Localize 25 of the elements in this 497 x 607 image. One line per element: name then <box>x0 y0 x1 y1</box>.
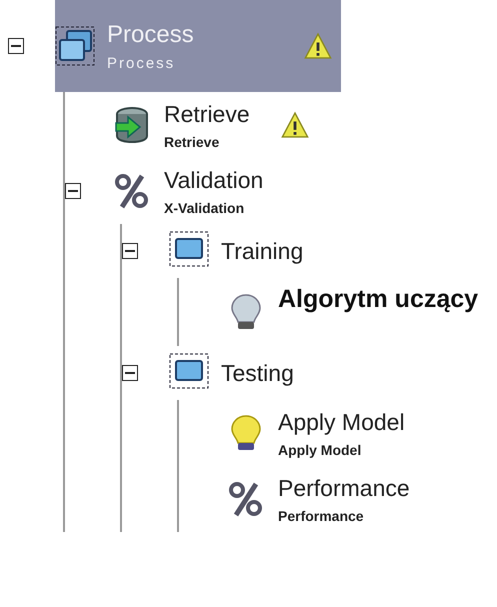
node-title: Performance <box>278 474 410 502</box>
node-title: Algorytm uczący <box>278 284 478 314</box>
tree-node[interactable]: Apply Model Apply Model <box>179 400 413 466</box>
tree-node[interactable]: Validation X-Validation <box>65 158 272 224</box>
tree-node[interactable]: Testing <box>122 346 302 400</box>
node-title: Process <box>107 20 194 48</box>
tree-node[interactable]: Retrieve Retrieve <box>65 92 318 158</box>
tree-node[interactable]: Algorytm uczący <box>179 278 486 346</box>
node-title: Testing <box>221 360 294 386</box>
node-subtitle: Retrieve <box>164 134 220 150</box>
collapse-toggle[interactable] <box>122 243 138 259</box>
node-subtitle: Process <box>107 54 176 72</box>
stacked-windows-icon <box>55 26 95 66</box>
node-subtitle: Apply Model <box>278 442 362 458</box>
collapse-toggle[interactable] <box>65 183 81 199</box>
node-title: Retrieve <box>164 100 250 128</box>
node-subtitle: Performance <box>278 508 365 524</box>
tree-node[interactable]: Training <box>122 224 312 278</box>
node-title: Validation <box>164 166 264 194</box>
node-subtitle: X-Validation <box>164 200 246 216</box>
node-title: Apply Model <box>278 408 405 436</box>
node-title: Training <box>221 238 304 264</box>
collapse-toggle[interactable] <box>8 38 24 54</box>
tree-node[interactable]: Performance Performance <box>179 466 418 532</box>
collapse-toggle[interactable] <box>122 365 138 381</box>
